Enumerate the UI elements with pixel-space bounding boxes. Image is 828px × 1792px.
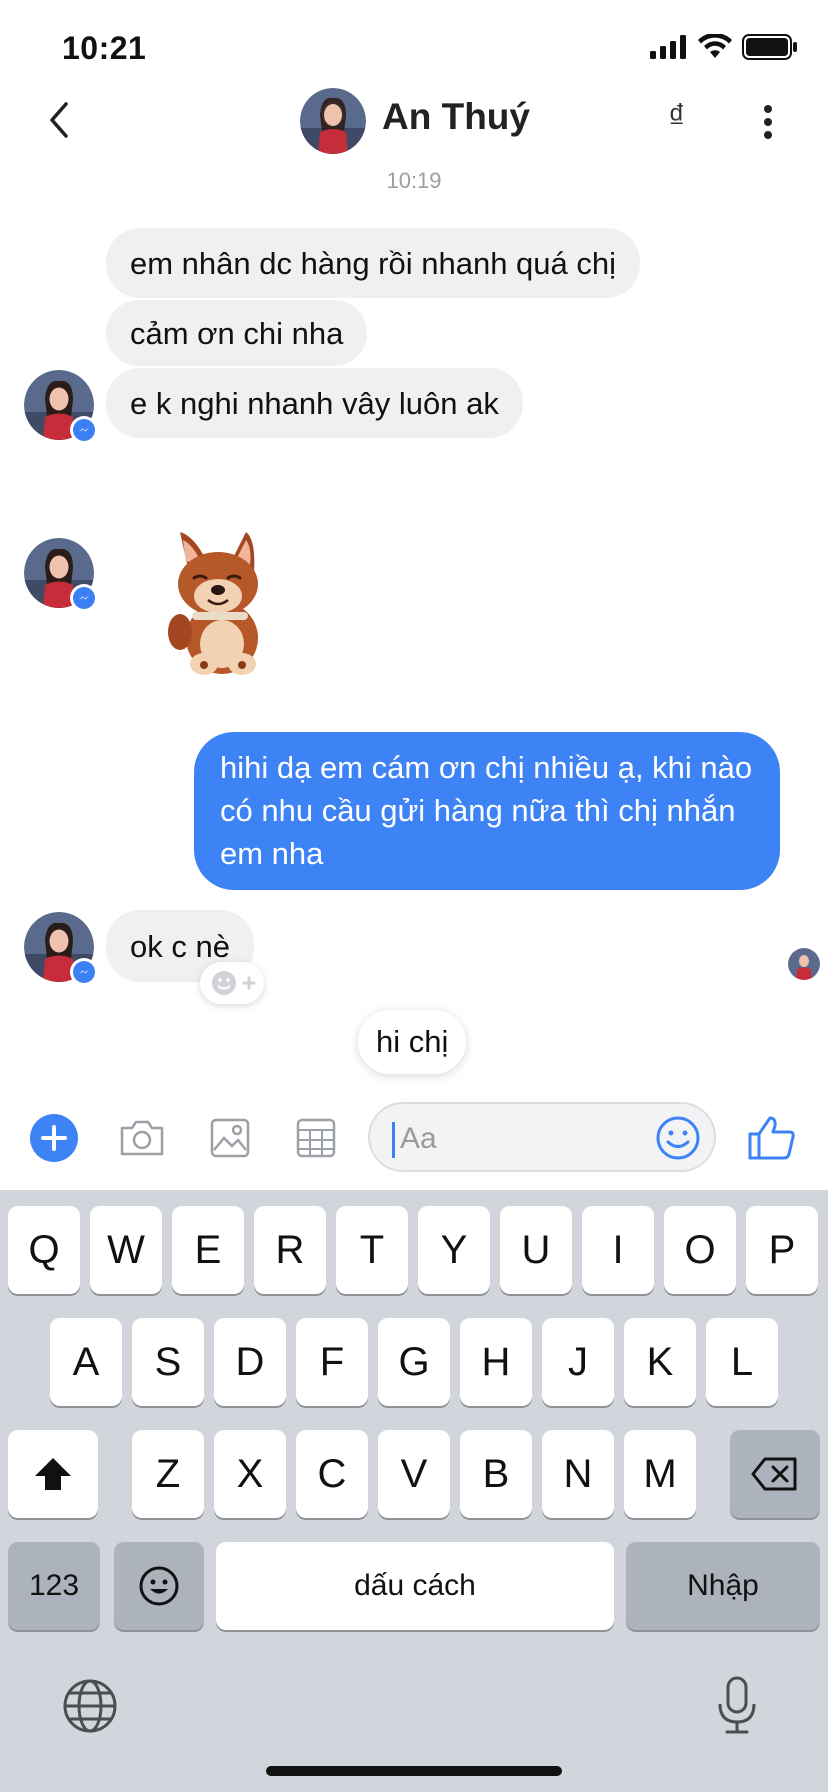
outgoing-message[interactable]: hihi dạ em cám ơn chị nhiều ạ, khi nào c… (194, 732, 780, 890)
key-u[interactable]: U (500, 1206, 572, 1294)
key-o[interactable]: O (664, 1206, 736, 1294)
key-q[interactable]: Q (8, 1206, 80, 1294)
messenger-badge-icon (70, 584, 98, 612)
key-i[interactable]: I (582, 1206, 654, 1294)
emoji-key[interactable] (114, 1542, 204, 1630)
key-y[interactable]: Y (418, 1206, 490, 1294)
like-thumbs-up-icon[interactable] (746, 1112, 798, 1164)
key-k[interactable]: K (624, 1318, 696, 1406)
key-r[interactable]: R (254, 1206, 326, 1294)
contact-avatar[interactable] (300, 88, 366, 154)
messenger-badge-icon (70, 416, 98, 444)
gallery-icon[interactable] (204, 1112, 256, 1164)
contact-name[interactable]: An Thuý (382, 96, 530, 138)
key-h[interactable]: H (460, 1318, 532, 1406)
key-m[interactable]: M (624, 1430, 696, 1518)
return-key[interactable]: Nhập (626, 1542, 820, 1630)
add-reaction-icon (212, 971, 256, 995)
battery-icon (742, 34, 797, 60)
backspace-key[interactable] (730, 1430, 820, 1518)
key-s[interactable]: S (132, 1318, 204, 1406)
payment-icon[interactable]: ₫ (668, 98, 685, 137)
sender-avatar[interactable] (24, 538, 98, 612)
calendar-icon[interactable] (290, 1112, 342, 1164)
key-v[interactable]: V (378, 1430, 450, 1518)
keyboard: Q W E R T Y U I O P A S D F G H J K L Z … (0, 1190, 828, 1792)
key-t[interactable]: T (336, 1206, 408, 1294)
more-options-icon[interactable] (755, 102, 781, 142)
incoming-message[interactable]: cảm ơn chi nha (106, 300, 368, 366)
incoming-message[interactable]: e k nghi nhanh vây luôn ak (106, 368, 523, 438)
sender-avatar[interactable] (24, 370, 98, 444)
key-j[interactable]: J (542, 1318, 614, 1406)
quick-reply-chip[interactable]: hi chị (358, 1010, 467, 1074)
key-l[interactable]: L (706, 1318, 778, 1406)
key-f[interactable]: F (296, 1318, 368, 1406)
sender-avatar[interactable] (24, 912, 98, 986)
incoming-message[interactable]: em nhân dc hàng rồi nhanh quá chị (106, 228, 641, 298)
message-input[interactable]: Aa (368, 1102, 716, 1172)
home-indicator[interactable] (266, 1766, 562, 1776)
key-z[interactable]: Z (132, 1430, 204, 1518)
emoji-face-icon (139, 1566, 179, 1606)
status-time: 10:21 (62, 30, 147, 66)
microphone-icon[interactable] (712, 1674, 762, 1738)
numbers-key[interactable]: 123 (8, 1542, 100, 1630)
space-key[interactable]: dấu cách (216, 1542, 614, 1630)
key-n[interactable]: N (542, 1430, 614, 1518)
key-g[interactable]: G (378, 1318, 450, 1406)
shift-key[interactable] (8, 1430, 98, 1518)
plus-icon (41, 1125, 67, 1151)
dog-sticker[interactable] (160, 528, 280, 678)
backspace-icon (751, 1457, 797, 1491)
shift-arrow-icon (35, 1458, 71, 1490)
key-e[interactable]: E (172, 1206, 244, 1294)
seen-avatar (788, 948, 820, 980)
key-x[interactable]: X (214, 1430, 286, 1518)
emoji-icon[interactable] (654, 1114, 702, 1162)
key-b[interactable]: B (460, 1430, 532, 1518)
key-w[interactable]: W (90, 1206, 162, 1294)
wifi-icon (698, 34, 732, 58)
add-reaction-button[interactable] (200, 962, 264, 1004)
camera-icon[interactable] (116, 1112, 168, 1164)
messenger-badge-icon (70, 958, 98, 986)
more-actions-button[interactable] (30, 1114, 78, 1162)
message-composer: Aa (0, 1098, 828, 1190)
key-d[interactable]: D (214, 1318, 286, 1406)
message-timestamp: 10:19 (386, 168, 442, 193)
globe-icon[interactable] (60, 1676, 120, 1736)
key-a[interactable]: A (50, 1318, 122, 1406)
message-placeholder: Aa (400, 1122, 437, 1155)
chat-header: An Thuý ₫ (0, 80, 828, 160)
key-p[interactable]: P (746, 1206, 818, 1294)
cellular-signal-icon (650, 35, 686, 59)
text-caret (392, 1122, 395, 1158)
key-c[interactable]: C (296, 1430, 368, 1518)
back-arrow-icon[interactable] (40, 98, 80, 142)
